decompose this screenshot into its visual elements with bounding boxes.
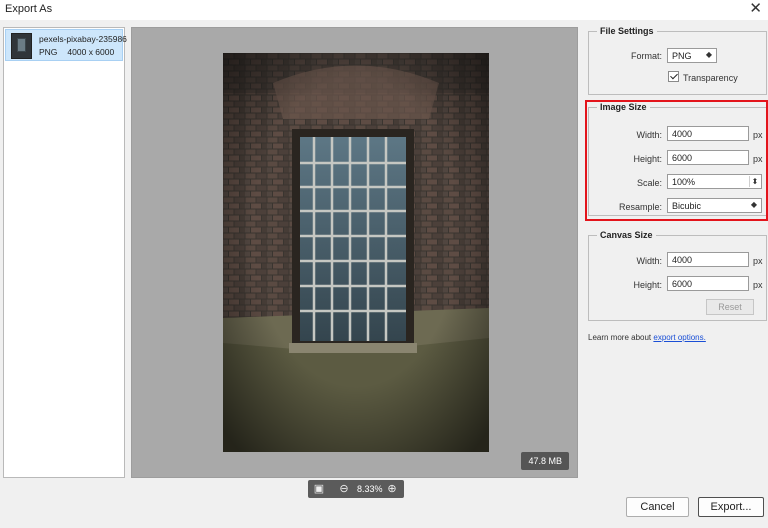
title-bar: Export As ✕ (0, 0, 768, 20)
format-select[interactable]: PNG ◆ (667, 48, 717, 63)
select-caret-icon: ◆ (750, 200, 757, 209)
window-title: Export As (5, 3, 53, 15)
file-size-badge: 47.8 MB (521, 452, 569, 470)
image-width-unit: px (753, 130, 763, 140)
file-settings-legend: File Settings (600, 26, 654, 36)
canvas-width-input[interactable]: 4000 (667, 252, 749, 267)
transparency-label: Transparency (683, 73, 738, 83)
image-width-label: Width: (636, 130, 662, 140)
image-width-input[interactable]: 4000 (667, 126, 749, 141)
learn-more-prefix: Learn more about (588, 333, 654, 342)
canvas-height-input[interactable]: 6000 (667, 276, 749, 291)
resample-select[interactable]: Bicubic ◆ (667, 198, 762, 213)
resample-label: Resample: (618, 202, 662, 212)
export-button[interactable]: Export... (698, 497, 764, 517)
cancel-button[interactable]: Cancel (626, 497, 689, 517)
asset-format: PNG (39, 47, 58, 57)
zoom-in-icon[interactable]: ⊕ (386, 483, 398, 495)
asset-item[interactable]: pexels-pixabay-235986 PNG 4000 x 6000 (5, 29, 127, 61)
learn-more-text: Learn more about export options. (588, 333, 706, 342)
image-height-label: Height: (633, 154, 662, 164)
scale-label: Scale: (636, 178, 662, 188)
export-options-link[interactable]: export options. (653, 333, 705, 342)
reset-button[interactable]: Reset (706, 299, 754, 315)
scale-value: 100% (672, 177, 696, 187)
scale-stepper-icon[interactable]: ⬍ (749, 176, 760, 187)
image-height-input[interactable]: 6000 (667, 150, 749, 165)
zoom-toolbar: ▣ ⊖ 8.33% ⊕ (308, 480, 404, 498)
zoom-level: 8.33% (357, 484, 383, 494)
resample-value: Bicubic (672, 201, 702, 211)
select-caret-icon: ◆ (705, 50, 712, 59)
canvas-size-legend: Canvas Size (600, 230, 653, 240)
transparency-checkbox[interactable] (668, 71, 679, 82)
asset-list: pexels-pixabay-235986 PNG 4000 x 6000 (3, 27, 127, 478)
canvas-height-label: Height: (633, 280, 662, 290)
canvas-height-unit: px (753, 280, 763, 290)
image-height-unit: px (753, 154, 763, 164)
preview-image (223, 53, 489, 452)
canvas-width-unit: px (753, 256, 763, 266)
preview-area: 47.8 MB (131, 27, 578, 478)
asset-meta: PNG 4000 x 6000 (39, 47, 124, 57)
close-icon[interactable]: ✕ (749, 0, 762, 18)
zoom-out-icon[interactable]: ⊖ (338, 483, 350, 495)
scale-select[interactable]: 100% ⬍ (667, 174, 762, 189)
canvas-width-label: Width: (636, 256, 662, 266)
asset-dimensions: 4000 x 6000 (67, 47, 115, 57)
asset-name: pexels-pixabay-235986 (39, 34, 127, 44)
format-label: Format: (630, 51, 662, 61)
format-value: PNG (672, 51, 692, 61)
fit-to-view-icon[interactable]: ▣ (313, 483, 325, 495)
asset-thumbnail (11, 33, 32, 59)
